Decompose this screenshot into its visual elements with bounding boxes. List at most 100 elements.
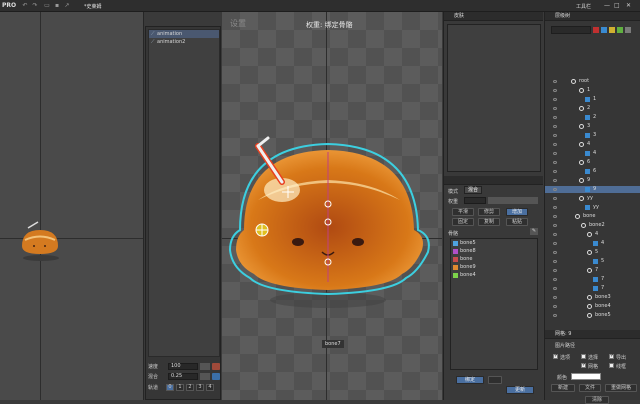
filter-bones-icon[interactable] — [593, 27, 599, 33]
filter-attachments-icon[interactable] — [609, 27, 615, 33]
visibility-eye-icon[interactable] — [553, 269, 557, 272]
visibility-eye-icon[interactable] — [553, 89, 557, 92]
bone-row[interactable]: bone — [451, 255, 537, 263]
minimize-button[interactable]: — — [604, 2, 610, 9]
editor-viewport[interactable]: 设置 权重: 绑定骨骼 bone7 — [222, 12, 442, 400]
visibility-eye-icon[interactable] — [553, 242, 557, 245]
wireframe-checkbox[interactable] — [609, 363, 614, 368]
visibility-eye-icon[interactable] — [553, 287, 557, 290]
smooth-button[interactable]: 平滑 — [452, 208, 474, 216]
folder-icon[interactable]: ▭ — [44, 3, 50, 9]
filter-more-icon[interactable] — [625, 27, 631, 33]
tree-row-slot[interactable]: 2 — [545, 114, 640, 121]
visibility-eye-icon[interactable] — [553, 260, 557, 263]
tree-row-bone[interactable]: bone2 — [545, 222, 640, 229]
visibility-eye-icon[interactable] — [553, 134, 557, 137]
track-1-button[interactable]: 1 — [176, 384, 184, 391]
tree-row-bone[interactable]: 2 — [545, 105, 640, 112]
file-button[interactable]: 文件 — [579, 384, 601, 392]
tree-row-bone[interactable]: 9 — [545, 177, 640, 184]
tree-row-slot[interactable]: 4 — [545, 240, 640, 247]
visibility-eye-icon[interactable] — [553, 224, 557, 227]
export-checkbox[interactable] — [609, 353, 614, 359]
speed-input[interactable]: 100 — [168, 363, 198, 370]
visibility-eye-icon[interactable] — [553, 143, 557, 146]
skin-list-box[interactable] — [447, 24, 541, 172]
animation-item[interactable]: ⟋ animation — [149, 30, 219, 38]
mesh-checkbox[interactable] — [581, 362, 586, 368]
close-button[interactable]: ✕ — [626, 2, 631, 9]
track-3-button[interactable]: 3 — [196, 384, 204, 391]
visibility-eye-icon[interactable] — [553, 179, 557, 182]
mix-toggle-button[interactable] — [212, 373, 220, 380]
visibility-eye-icon[interactable] — [553, 206, 557, 209]
tree-row-bone[interactable]: bone — [545, 213, 640, 220]
update-button[interactable]: 更新 — [506, 386, 534, 394]
paste-button[interactable]: 粘贴 — [506, 218, 528, 226]
tree-row-slot[interactable]: 5 — [545, 258, 640, 265]
tree-row-slot[interactable]: 6 — [545, 168, 640, 175]
tree-row-bone[interactable]: yy — [545, 195, 640, 202]
visibility-eye-icon[interactable] — [553, 170, 557, 173]
track-4-button[interactable]: 4 — [206, 384, 214, 391]
prune-button[interactable]: 修剪 — [478, 208, 500, 216]
remesh-button[interactable]: 重做网格 — [605, 384, 637, 392]
bone-row[interactable]: bone4 — [451, 271, 537, 279]
color-swatch[interactable] — [571, 373, 601, 380]
tree-row-slot[interactable]: yy — [545, 204, 640, 211]
speed-reset-button[interactable] — [212, 363, 220, 370]
bind-button[interactable]: 绑定 — [456, 376, 484, 384]
speed-slider[interactable] — [200, 363, 210, 370]
undo-icon[interactable]: ↶ — [22, 3, 28, 9]
bone-row[interactable]: bone8 — [451, 247, 537, 255]
new-button[interactable]: 新建 — [551, 384, 575, 392]
tree-row-bone[interactable]: 1 — [545, 87, 640, 94]
visibility-eye-icon[interactable] — [553, 305, 557, 308]
visibility-eye-icon[interactable] — [553, 125, 557, 128]
visibility-eye-icon[interactable] — [553, 161, 557, 164]
tree-row-slot[interactable]: 1 — [545, 96, 640, 103]
track-2-button[interactable]: 2 — [186, 384, 194, 391]
tree-row-slot[interactable]: 9 — [545, 186, 640, 193]
animation-item[interactable]: ⟋ animation2 — [149, 38, 219, 46]
visibility-eye-icon[interactable] — [553, 278, 557, 281]
document-tab[interactable]: *史莱姆 — [84, 3, 102, 10]
export-icon[interactable]: ↗ — [64, 3, 70, 9]
bones-options-icon[interactable]: ✎ — [530, 228, 538, 235]
option-checkbox[interactable] — [553, 353, 558, 359]
visibility-eye-icon[interactable] — [553, 107, 557, 110]
weight-input[interactable] — [464, 197, 486, 204]
select-checkbox[interactable] — [581, 354, 586, 359]
maximize-button[interactable]: □ — [614, 2, 620, 9]
tree-row-bone[interactable]: 7 — [545, 267, 640, 274]
tree-row-slot[interactable]: 7 — [545, 276, 640, 283]
mode-select[interactable]: 混合 — [464, 186, 482, 194]
track-0-button[interactable]: 0 — [166, 384, 174, 391]
tree-search-input[interactable] — [551, 26, 591, 34]
mix-slider[interactable] — [200, 373, 210, 380]
tree-row-slot[interactable]: 3 — [545, 132, 640, 139]
tree-row-slot[interactable]: 4 — [545, 150, 640, 157]
bone-row[interactable]: bone5 — [451, 239, 537, 247]
redo-icon[interactable]: ↷ — [32, 3, 38, 9]
copy-button[interactable]: 复制 — [478, 218, 500, 226]
tree-row-bone[interactable]: 6 — [545, 159, 640, 166]
tree-row-bone[interactable]: bone3 — [545, 294, 640, 301]
unbind-button[interactable] — [488, 376, 502, 384]
tree-row-bone[interactable]: 3 — [545, 123, 640, 130]
tree-row-bone[interactable]: 5 — [545, 249, 640, 256]
tree-row-slot[interactable]: 7 — [545, 285, 640, 292]
visibility-eye-icon[interactable] — [553, 314, 557, 317]
animation-preview[interactable] — [0, 12, 144, 400]
mix-input[interactable]: 0.25 — [168, 373, 198, 380]
visibility-eye-icon[interactable] — [553, 152, 557, 155]
filter-slots-icon[interactable] — [601, 27, 607, 33]
tree-row-bone[interactable]: 4 — [545, 231, 640, 238]
visibility-eye-icon[interactable] — [553, 215, 557, 218]
visibility-eye-icon[interactable] — [553, 188, 557, 191]
visibility-eye-icon[interactable] — [553, 80, 557, 83]
visibility-eye-icon[interactable] — [553, 296, 557, 299]
lock-button[interactable]: 固定 — [452, 218, 474, 226]
visibility-eye-icon[interactable] — [553, 116, 557, 119]
weight-slider[interactable] — [488, 197, 538, 204]
